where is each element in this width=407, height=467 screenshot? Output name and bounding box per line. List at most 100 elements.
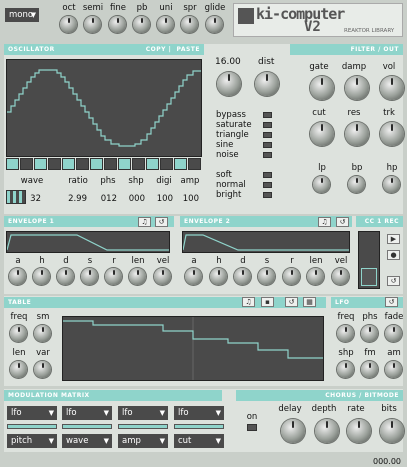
osc-mode-0-toggle[interactable] xyxy=(263,112,272,118)
cc-play-icon[interactable]: ▶ xyxy=(387,234,400,244)
mod-target-0-select[interactable]: pitch ▼ xyxy=(7,434,57,448)
osc-param-2-value[interactable]: 012 xyxy=(95,194,117,204)
filter-row1-2-knob[interactable] xyxy=(380,76,404,100)
env1-knobs-3-knob[interactable] xyxy=(81,268,98,285)
env1-knobs-0-knob[interactable] xyxy=(9,268,26,285)
lfo-5-knob[interactable] xyxy=(385,361,402,378)
filter-row1-0-knob[interactable] xyxy=(310,76,334,100)
env2-knobs-1-knob[interactable] xyxy=(210,268,227,285)
lfo-knobs-0-knob[interactable] xyxy=(337,325,354,342)
chorus-on-toggle[interactable] xyxy=(247,424,257,431)
osc-mode-3-toggle[interactable] xyxy=(263,142,272,148)
step-cell[interactable] xyxy=(34,158,47,170)
env2-display[interactable] xyxy=(182,231,350,253)
filter-row2-0-knob[interactable] xyxy=(310,122,334,146)
mod-source-2-select[interactable]: lfo ▼ xyxy=(118,406,168,420)
filter-row3-2-knob[interactable] xyxy=(383,176,400,193)
chorus-knobs-0-knob[interactable] xyxy=(281,419,305,443)
env1-knobs-1-knob[interactable] xyxy=(33,268,50,285)
mod-amount-0-bar[interactable] xyxy=(7,424,57,429)
env2-knobs-5-knob[interactable] xyxy=(307,268,324,285)
top-knobs-1-knob[interactable] xyxy=(84,16,101,33)
mod-amount-3-bar[interactable] xyxy=(174,424,224,429)
env2-knobs-4-knob[interactable] xyxy=(283,268,300,285)
step-cell[interactable] xyxy=(146,158,159,170)
step-cell[interactable] xyxy=(118,158,131,170)
table-grid-icon[interactable]: ▦ xyxy=(303,297,316,307)
env1-loop-icon[interactable]: ↺ xyxy=(155,217,168,227)
step-cell[interactable] xyxy=(132,158,145,170)
osc-param-5-value[interactable]: 100 xyxy=(177,194,199,204)
top-knobs-5-knob[interactable] xyxy=(181,16,198,33)
osc-mode-2-toggle[interactable] xyxy=(263,132,272,138)
env2-loop-icon[interactable]: ↺ xyxy=(336,217,349,227)
filter-row1-1-knob[interactable] xyxy=(345,76,369,100)
env1-knobs-4-knob[interactable] xyxy=(105,268,122,285)
chorus-knobs-1-knob[interactable] xyxy=(315,419,339,443)
voice-mode-select[interactable]: mono ▼ xyxy=(5,8,39,22)
cc-display[interactable] xyxy=(358,231,380,289)
table-knobs-1-knob[interactable] xyxy=(34,325,51,342)
mod-source-3-select[interactable]: lfo ▼ xyxy=(174,406,224,420)
step-strip[interactable] xyxy=(6,158,202,170)
filter-row3-0-knob[interactable] xyxy=(313,176,330,193)
filter-row2-1-knob[interactable] xyxy=(345,122,369,146)
step-cell[interactable] xyxy=(62,158,75,170)
env2-note-icon[interactable]: ♫ xyxy=(318,217,331,227)
osc-mode-4-toggle[interactable] xyxy=(263,152,272,158)
osc-main-knob[interactable] xyxy=(217,72,241,96)
mod-target-2-select[interactable]: amp ▼ xyxy=(118,434,168,448)
waveform-display[interactable] xyxy=(6,59,202,157)
step-cell[interactable] xyxy=(188,158,201,170)
table-note-icon[interactable]: ♫ xyxy=(242,297,255,307)
top-knobs-0-knob[interactable] xyxy=(60,16,77,33)
mod-source-1-select[interactable]: lfo ▼ xyxy=(62,406,112,420)
dist-knob[interactable] xyxy=(255,72,279,96)
table-loop-icon[interactable]: ↺ xyxy=(285,297,298,307)
lfo-knobs-2-knob[interactable] xyxy=(385,325,402,342)
chorus-knobs-2-knob[interactable] xyxy=(347,419,371,443)
osc-param-4-value[interactable]: 100 xyxy=(151,194,173,204)
top-knobs-4-knob[interactable] xyxy=(157,16,174,33)
env2-knobs-0-knob[interactable] xyxy=(185,268,202,285)
step-cell[interactable] xyxy=(90,158,103,170)
cc-loop-icon[interactable]: ↺ xyxy=(387,276,400,286)
step-cell[interactable] xyxy=(104,158,117,170)
mod-source-0-select[interactable]: lfo ▼ xyxy=(7,406,57,420)
step-cell[interactable] xyxy=(174,158,187,170)
env1-knobs-6-knob[interactable] xyxy=(154,268,171,285)
paste-button[interactable]: PASTE xyxy=(176,46,200,53)
filter-row3-1-knob[interactable] xyxy=(348,176,365,193)
step-cell[interactable] xyxy=(20,158,33,170)
osc-shape-2-toggle[interactable] xyxy=(263,192,272,198)
table-var-knob[interactable] xyxy=(34,361,51,378)
env1-note-icon[interactable]: ♫ xyxy=(138,217,151,227)
lfo-3-knob[interactable] xyxy=(337,361,354,378)
mod-amount-2-bar[interactable] xyxy=(118,424,168,429)
lfo-4-knob[interactable] xyxy=(361,361,378,378)
osc-mode-1-toggle[interactable] xyxy=(263,122,272,128)
osc-shape-1-toggle[interactable] xyxy=(263,182,272,188)
chorus-knobs-3-knob[interactable] xyxy=(380,419,404,443)
lfo-knobs-1-knob[interactable] xyxy=(361,325,378,342)
env1-knobs-5-knob[interactable] xyxy=(129,268,146,285)
top-knobs-3-knob[interactable] xyxy=(133,16,150,33)
filter-row2-2-knob[interactable] xyxy=(380,122,404,146)
table-display[interactable] xyxy=(62,316,324,381)
table-knobs-0-knob[interactable] xyxy=(10,325,27,342)
env2-knobs-3-knob[interactable] xyxy=(258,268,275,285)
env1-knobs-2-knob[interactable] xyxy=(57,268,74,285)
copy-button[interactable]: COPY xyxy=(146,46,166,53)
table-save-icon[interactable]: ▪ xyxy=(261,297,274,307)
top-knobs-6-knob[interactable] xyxy=(206,16,223,33)
env2-knobs-6-knob[interactable] xyxy=(332,268,349,285)
cc-record-icon[interactable]: ● xyxy=(387,250,400,260)
lfo-loop-icon[interactable]: ↺ xyxy=(385,297,398,307)
env1-display[interactable] xyxy=(6,231,170,253)
env2-knobs-2-knob[interactable] xyxy=(234,268,251,285)
mod-target-3-select[interactable]: cut ▼ xyxy=(174,434,224,448)
osc-param-3-value[interactable]: 000 xyxy=(123,194,145,204)
mod-target-1-select[interactable]: wave ▼ xyxy=(62,434,112,448)
step-cell[interactable] xyxy=(160,158,173,170)
step-cell[interactable] xyxy=(6,158,19,170)
